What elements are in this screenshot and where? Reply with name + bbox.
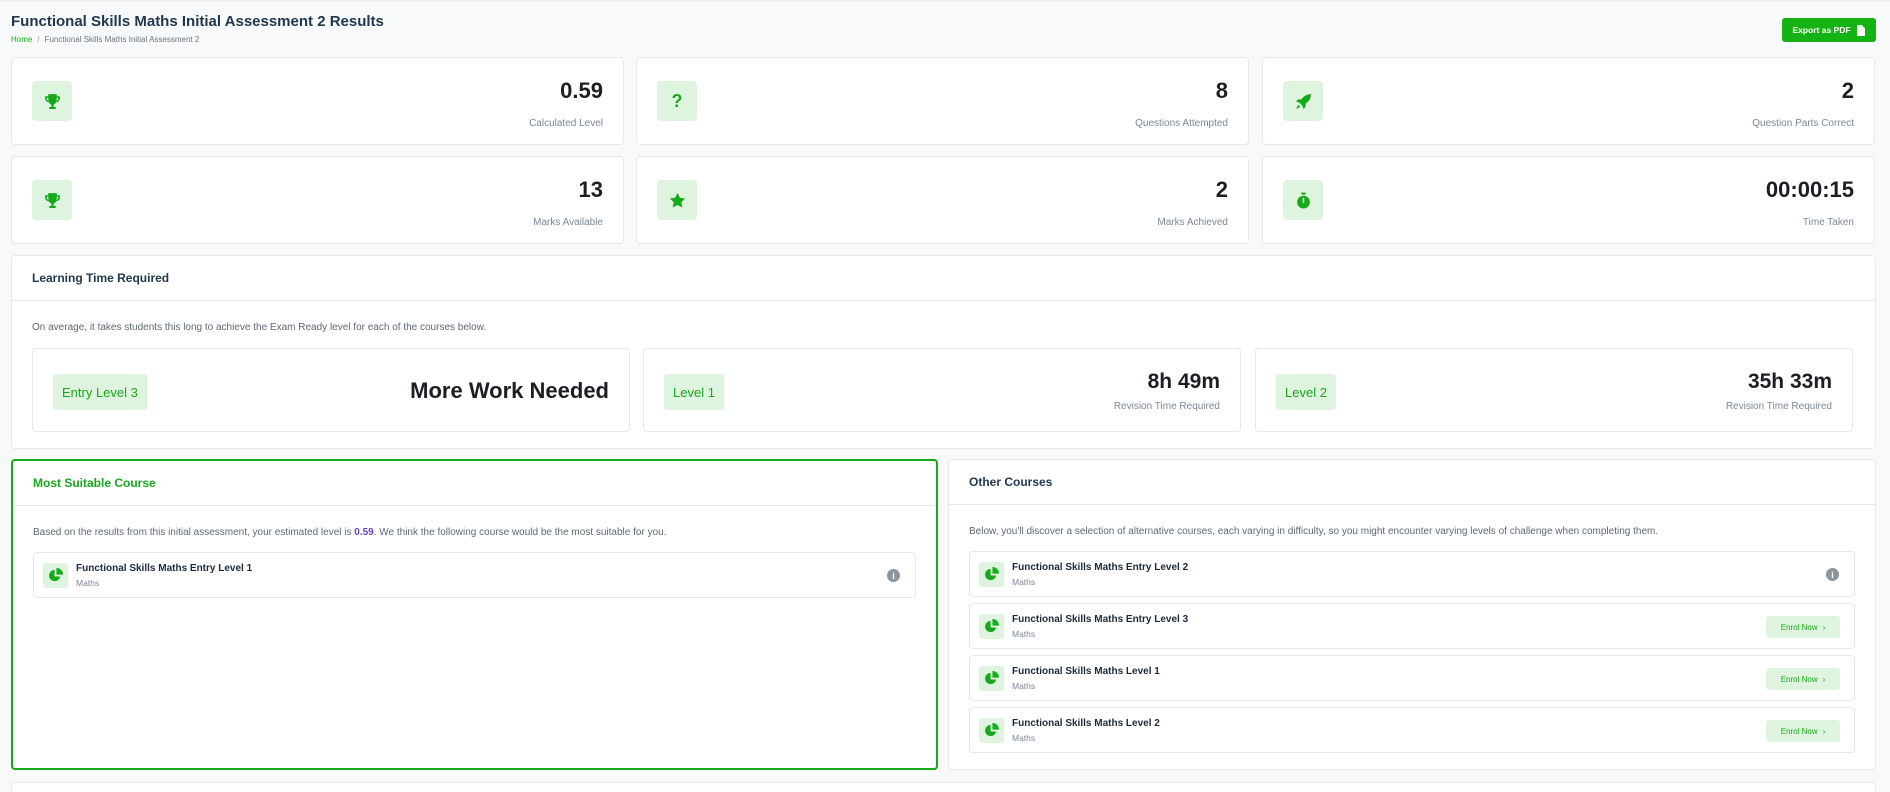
chevron-right-icon: › <box>1822 674 1826 684</box>
enrol-now-button[interactable]: Enrol Now › <box>1766 720 1840 742</box>
export-pdf-label: Export as PDF <box>1792 25 1851 35</box>
pie-chart-icon <box>979 562 1004 587</box>
level-card-level-2: Level 2 35h 33m Revision Time Required <box>1255 348 1853 432</box>
other-course-item[interactable]: Functional Skills Maths Level 1 Maths En… <box>969 655 1855 701</box>
course-subject: Maths <box>1012 629 1036 639</box>
course-name: Functional Skills Maths Level 2 <box>1012 718 1160 729</box>
level-card-level-1: Level 1 8h 49m Revision Time Required <box>643 348 1241 432</box>
stat-label: Time Taken <box>1802 217 1854 228</box>
course-subject: Maths <box>1012 577 1036 587</box>
course-name: Functional Skills Maths Entry Level 2 <box>1012 562 1189 573</box>
course-subject: Maths <box>1012 733 1036 743</box>
revision-time-label: Revision Time Required <box>1113 401 1220 412</box>
most-suitable-text-after: . We think the following course would be… <box>373 527 667 538</box>
rocket-icon <box>1283 81 1323 121</box>
stat-card-question-parts-correct: 2 Question Parts Correct <box>1262 57 1875 145</box>
revision-time-label: Revision Time Required <box>1725 401 1832 412</box>
pie-chart-icon <box>979 614 1004 639</box>
question-icon: ? <box>657 81 697 121</box>
stat-label: Marks Achieved <box>1157 217 1228 228</box>
stat-label: Question Parts Correct <box>1752 118 1854 129</box>
level-status: More Work Needed <box>410 378 609 403</box>
suitable-course-item[interactable]: Functional Skills Maths Entry Level 1 Ma… <box>33 552 916 598</box>
stopwatch-icon <box>1283 180 1323 220</box>
level-badge: Level 1 <box>664 374 724 410</box>
trophy-icon <box>32 81 72 121</box>
breadcrumb-separator: / <box>37 35 40 44</box>
chevron-right-icon: › <box>1822 726 1826 736</box>
trophy-icon <box>32 180 72 220</box>
learning-time-intro: On average, it takes students this long … <box>32 322 487 333</box>
pie-chart-icon <box>979 666 1004 691</box>
page-title: Functional Skills Maths Initial Assessme… <box>11 13 384 30</box>
pie-chart-icon <box>43 563 68 588</box>
stat-value: 0.59 <box>560 78 603 103</box>
enrol-now-label: Enrol Now <box>1780 622 1818 632</box>
revision-time-value: 8h 49m <box>1147 370 1220 393</box>
enrol-now-label: Enrol Now <box>1780 726 1818 736</box>
star-icon <box>657 180 697 220</box>
stat-label: Marks Available <box>533 217 603 228</box>
breadcrumb-home-link[interactable]: Home <box>11 35 32 44</box>
other-courses-intro: Below, you'll discover a selection of al… <box>969 526 1659 537</box>
revision-time-value: 35h 33m <box>1747 370 1832 393</box>
stat-value: 13 <box>578 177 603 202</box>
learning-time-title: Learning Time Required <box>12 256 1875 301</box>
stat-card-marks-available: 13 Marks Available <box>11 156 624 244</box>
estimated-level: 0.59 <box>354 527 374 538</box>
stat-value: 00:00:15 <box>1765 177 1854 202</box>
stat-label: Questions Attempted <box>1135 118 1228 129</box>
enrol-now-button[interactable]: Enrol Now › <box>1766 616 1840 638</box>
other-course-item[interactable]: Functional Skills Maths Entry Level 3 Ma… <box>969 603 1855 649</box>
level-badge: Level 2 <box>1276 374 1336 410</box>
stat-value: 8 <box>1215 78 1228 103</box>
course-name: Functional Skills Maths Entry Level 1 <box>76 563 253 574</box>
chevron-right-icon: › <box>1822 622 1826 632</box>
next-section-card <box>11 782 1876 792</box>
level-card-entry-level-3: Entry Level 3 More Work Needed <box>32 348 630 432</box>
stat-card-marks-achieved: 2 Marks Achieved <box>636 156 1249 244</box>
info-icon[interactable]: i <box>887 569 900 582</box>
most-suitable-text-before: Based on the results from this initial a… <box>33 527 355 538</box>
course-subject: Maths <box>1012 681 1036 691</box>
stat-value: 2 <box>1841 78 1854 103</box>
info-icon[interactable]: i <box>1826 568 1839 581</box>
enrol-now-button[interactable]: Enrol Now › <box>1766 668 1840 690</box>
export-pdf-button[interactable]: Export as PDF <box>1782 18 1876 42</box>
most-suitable-course-panel: Most Suitable Course Based on the result… <box>11 459 938 770</box>
most-suitable-text: Based on the results from this initial a… <box>33 527 666 538</box>
most-suitable-title: Most Suitable Course <box>13 461 936 506</box>
breadcrumb-current: Functional Skills Maths Initial Assessme… <box>44 35 200 44</box>
level-badge: Entry Level 3 <box>53 374 147 410</box>
stat-value: 2 <box>1215 177 1228 202</box>
other-courses-title: Other Courses <box>949 460 1875 505</box>
stat-card-time-taken: 00:00:15 Time Taken <box>1262 156 1875 244</box>
enrol-now-label: Enrol Now <box>1780 674 1818 684</box>
stat-card-questions-attempted: ? 8 Questions Attempted <box>636 57 1249 145</box>
other-course-item[interactable]: Functional Skills Maths Level 2 Maths En… <box>969 707 1855 753</box>
file-pdf-icon <box>1856 24 1865 36</box>
course-subject: Maths <box>76 578 100 588</box>
breadcrumb: Home / Functional Skills Maths Initial A… <box>11 35 199 44</box>
stat-label: Calculated Level <box>529 118 603 129</box>
pie-chart-icon <box>979 718 1004 743</box>
course-name: Functional Skills Maths Level 1 <box>1012 666 1160 677</box>
other-courses-panel: Other Courses Below, you'll discover a s… <box>948 459 1876 770</box>
course-name: Functional Skills Maths Entry Level 3 <box>1012 614 1189 625</box>
stat-card-calculated-level: 0.59 Calculated Level <box>11 57 624 145</box>
top-border <box>0 0 1890 2</box>
other-course-item[interactable]: Functional Skills Maths Entry Level 2 Ma… <box>969 551 1855 597</box>
learning-time-panel: Learning Time Required On average, it ta… <box>11 255 1876 449</box>
